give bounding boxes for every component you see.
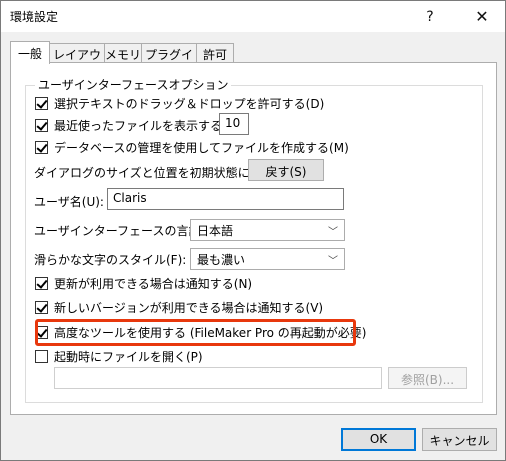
open-at-startup-option[interactable]: 起動時にファイルを開く(P) bbox=[35, 346, 203, 366]
tab-permissions[interactable]: 許可 bbox=[196, 43, 234, 62]
recent-files-checkbox[interactable] bbox=[35, 118, 48, 132]
window-title: 環境設定 bbox=[10, 10, 59, 24]
advanced-tools-label: 高度なツールを使用する (FileMaker Pro の再起動が必要) bbox=[54, 325, 367, 340]
ui-language-select[interactable]: 日本語 ﹀ bbox=[190, 219, 345, 241]
title-bar: 環境設定 ? ✕ bbox=[1, 1, 505, 32]
tab-layout[interactable]: レイアウト bbox=[49, 43, 105, 79]
drag-drop-label: 選択テキストのドラッグ＆ドロップを許可する(D) bbox=[54, 96, 325, 111]
open-at-startup-label: 起動時にファイルを開く(P) bbox=[54, 349, 203, 364]
username-label: ユーザ名(U): bbox=[34, 194, 104, 209]
recent-files-label: 最近使ったファイルを表示する(R): bbox=[54, 118, 244, 133]
manage-db-checkbox[interactable] bbox=[35, 140, 48, 154]
group-title: ユーザインターフェースオプション bbox=[35, 76, 232, 93]
recent-files-count-input[interactable]: 10 bbox=[219, 113, 249, 135]
notify-update-option[interactable]: 更新が利用できる場合は通知する(N) bbox=[35, 273, 252, 293]
reset-dialogs-row: ダイアログのサイズと位置を初期状態に戻す: bbox=[34, 162, 278, 182]
open-at-startup-checkbox[interactable] bbox=[35, 349, 48, 363]
chevron-down-icon: ﹀ bbox=[328, 227, 338, 238]
smoothing-row: 滑らかな文字のスタイル(F): bbox=[34, 249, 186, 269]
notify-version-option[interactable]: 新しいバージョンが利用できる場合は通知する(V) bbox=[35, 297, 323, 317]
advanced-tools-option[interactable]: 高度なツールを使用する (FileMaker Pro の再起動が必要) bbox=[35, 322, 366, 342]
manage-db-label: データベースの管理を使用してファイルを作成する(M) bbox=[54, 140, 349, 155]
notify-version-checkbox[interactable] bbox=[35, 300, 48, 314]
startup-file-path-input[interactable] bbox=[54, 367, 382, 389]
recent-files-option[interactable]: 最近使ったファイルを表示する(R): bbox=[35, 115, 244, 135]
notify-update-label: 更新が利用できる場合は通知する(N) bbox=[54, 276, 253, 291]
username-row: ユーザ名(U): bbox=[34, 191, 104, 211]
notify-update-checkbox[interactable] bbox=[35, 276, 48, 290]
tab-plugins[interactable]: プラグイン bbox=[141, 43, 197, 79]
help-button[interactable]: ? bbox=[407, 1, 453, 32]
smoothing-value: 最も濃い bbox=[197, 253, 246, 267]
smoothing-select[interactable]: 最も濃い ﹀ bbox=[190, 248, 345, 270]
reset-dialogs-button[interactable]: 戻す(S) bbox=[248, 159, 324, 181]
chevron-down-icon: ﹀ bbox=[328, 256, 338, 267]
drag-drop-option[interactable]: 選択テキストのドラッグ＆ドロップを許可する(D) bbox=[35, 93, 324, 113]
browse-button[interactable]: 参照(B)... bbox=[388, 367, 467, 389]
smoothing-label: 滑らかな文字のスタイル(F): bbox=[34, 252, 187, 267]
manage-db-option[interactable]: データベースの管理を使用してファイルを作成する(M) bbox=[35, 137, 349, 157]
tab-general[interactable]: 一般 bbox=[10, 41, 50, 64]
reset-dialogs-label: ダイアログのサイズと位置を初期状態に戻す: bbox=[34, 165, 278, 180]
tab-memory[interactable]: メモリ bbox=[104, 43, 142, 62]
close-button[interactable]: ✕ bbox=[459, 1, 505, 32]
username-input[interactable]: Claris bbox=[107, 188, 344, 210]
ok-button[interactable]: OK bbox=[341, 428, 416, 451]
ui-language-value: 日本語 bbox=[197, 224, 234, 238]
advanced-tools-checkbox[interactable] bbox=[35, 325, 48, 339]
notify-version-label: 新しいバージョンが利用できる場合は通知する(V) bbox=[54, 300, 324, 315]
cancel-button[interactable]: キャンセル bbox=[422, 428, 497, 451]
drag-drop-checkbox[interactable] bbox=[35, 96, 48, 110]
general-panel: ユーザインターフェースオプション 選択テキストのドラッグ＆ドロップを許可する(D… bbox=[10, 62, 497, 415]
preferences-dialog: 環境設定 ? ✕ 一般 レイアウト メモリ プラグイン 許可 ユーザインターフェ… bbox=[0, 0, 506, 461]
